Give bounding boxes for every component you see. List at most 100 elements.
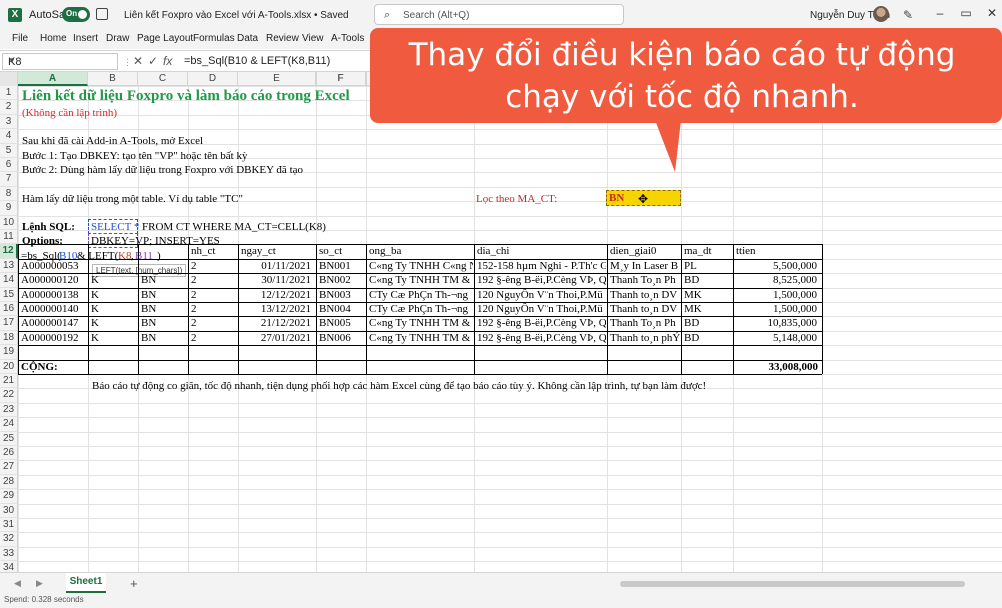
table-cell[interactable]: M¸y In Laser B: [608, 259, 680, 273]
table-cell[interactable]: K: [89, 331, 137, 345]
table-cell[interactable]: 2: [189, 302, 237, 316]
row-header-28[interactable]: 28: [0, 474, 18, 490]
insert-function-button[interactable]: fx: [163, 54, 172, 68]
table-cell[interactable]: BD: [682, 316, 732, 330]
tab-a-tools[interactable]: A-Tools: [331, 33, 364, 44]
row-header-33[interactable]: 33: [0, 546, 18, 562]
sql-label[interactable]: Lệnh SQL:: [20, 220, 75, 234]
table-header-cell[interactable]: dien_giai0: [608, 244, 680, 258]
tab-file[interactable]: File: [12, 33, 28, 44]
table-cell[interactable]: BN: [139, 316, 187, 330]
table-cell[interactable]: 192 §-êng B-ëi,P.Cèng VÞ, Q.: [475, 273, 606, 287]
row-header-17[interactable]: 17: [0, 316, 18, 331]
total-label[interactable]: CỘNG:: [19, 360, 87, 374]
column-header-e[interactable]: E: [238, 72, 316, 86]
row-header-26[interactable]: 26: [0, 446, 18, 461]
select-all-corner[interactable]: [0, 72, 18, 86]
row-header-6[interactable]: 6: [0, 158, 18, 173]
row-header-11[interactable]: 11: [0, 230, 18, 245]
instruction-line-5[interactable]: Bước 1: Tạo DBKEY: tạo tên "VP" hoặc tên…: [20, 149, 247, 163]
table-cell[interactable]: BN: [139, 331, 187, 345]
close-button[interactable]: ✕: [982, 6, 1002, 20]
table-cell[interactable]: Thanh To¸n Ph: [608, 273, 680, 287]
cancel-formula-button[interactable]: ✕: [133, 54, 143, 68]
table-cell[interactable]: C«ng Ty TNHH TM &: [367, 316, 473, 330]
table-cell[interactable]: BD: [682, 331, 732, 345]
options-label[interactable]: Options:: [20, 234, 63, 248]
table-cell[interactable]: 2: [189, 331, 237, 345]
table-cell[interactable]: A000000053: [19, 259, 87, 273]
table-cell[interactable]: A000000192: [19, 331, 87, 345]
sheet-title[interactable]: Liên kết dữ liệu Foxpro và làm báo cáo t…: [20, 87, 350, 105]
row-header-34[interactable]: 34: [0, 561, 18, 572]
row-header-29[interactable]: 29: [0, 489, 18, 504]
table-cell[interactable]: K: [89, 288, 137, 302]
table-cell[interactable]: BN006: [317, 331, 365, 345]
table-cell[interactable]: Thanh to¸n DV: [608, 288, 680, 302]
row-header-15[interactable]: 15: [0, 287, 18, 302]
row-header-19[interactable]: 19: [0, 345, 18, 360]
tab-draw[interactable]: Draw: [106, 33, 129, 44]
table-cell[interactable]: 12/12/2021: [239, 288, 315, 302]
table-cell[interactable]: 120 NguyÔn V¨n Thoi,P.Mü: [475, 302, 606, 316]
table-cell[interactable]: 2: [189, 316, 237, 330]
table-cell[interactable]: C«ng Ty TNHH C«ng N: [367, 259, 473, 273]
table-header-cell[interactable]: dia_chi: [475, 244, 606, 258]
footer-note[interactable]: Báo cáo tự động co giãn, tốc độ nhanh, t…: [90, 379, 706, 393]
tab-data[interactable]: Data: [237, 33, 258, 44]
table-cell[interactable]: 13/12/2021: [239, 302, 315, 316]
table-cell[interactable]: 27/01/2021: [239, 331, 315, 345]
column-header-b[interactable]: B: [88, 72, 138, 86]
row-header-25[interactable]: 25: [0, 431, 18, 446]
table-cell[interactable]: 152-158 hµm Nghi - P.Th'c G: [475, 259, 606, 273]
tab-review[interactable]: Review: [266, 33, 299, 44]
row-header-9[interactable]: 9: [0, 201, 18, 216]
table-header-cell[interactable]: ma_dt: [682, 244, 732, 258]
table-cell[interactable]: 21/12/2021: [239, 316, 315, 330]
table-cell[interactable]: A000000120: [19, 273, 87, 287]
table-cell[interactable]: C«ng Ty TNHH TM &: [367, 331, 473, 345]
table-cell[interactable]: A000000140: [19, 302, 87, 316]
table-cell[interactable]: 2: [189, 288, 237, 302]
table-cell[interactable]: K: [89, 316, 137, 330]
row-header-20[interactable]: 20: [0, 359, 18, 374]
table-cell[interactable]: K: [89, 273, 137, 287]
tab-sheet1[interactable]: Sheet1: [66, 573, 106, 593]
row-header-1[interactable]: 1: [0, 86, 18, 101]
filter-value[interactable]: BN: [607, 191, 624, 205]
row-header-18[interactable]: 18: [0, 330, 18, 346]
worksheet-grid[interactable]: A B C D E F F 1 2 3 4 5 6 7 8 9 10 11 12…: [0, 72, 1002, 572]
table-header-cell[interactable]: nh_ct: [189, 244, 237, 258]
add-sheet-button[interactable]: +: [130, 576, 138, 591]
table-cell[interactable]: C«ng Ty TNHH TM &: [367, 273, 473, 287]
table-cell[interactable]: Thanh to¸n DV: [608, 302, 680, 316]
table-cell[interactable]: BN005: [317, 316, 365, 330]
table-cell[interactable]: 2: [189, 259, 237, 273]
table-cell[interactable]: 5,148,000: [734, 331, 821, 345]
table-cell[interactable]: PL: [682, 259, 732, 273]
instruction-line-4[interactable]: Sau khi đã cài Add-in A-Tools, mở Excel: [20, 134, 203, 148]
table-header-cell[interactable]: so_ct: [317, 244, 365, 258]
row-header-32[interactable]: 32: [0, 532, 18, 547]
row-header-27[interactable]: 27: [0, 460, 18, 475]
table-header-cell[interactable]: ngay_ct: [239, 244, 315, 258]
table-cell[interactable]: Thanh To¸n Ph: [608, 316, 680, 330]
avatar[interactable]: [873, 6, 889, 22]
row-header-14[interactable]: 14: [0, 273, 18, 288]
tab-view[interactable]: View: [302, 33, 324, 44]
next-sheet-icon[interactable]: ▶: [36, 578, 43, 589]
pen-icon[interactable]: ✎: [903, 8, 913, 22]
table-cell[interactable]: 1,500,000: [734, 302, 821, 316]
filter-label[interactable]: Lọc theo MA_CT:: [474, 192, 557, 206]
horizontal-scrollbar[interactable]: [620, 581, 965, 587]
column-header-d[interactable]: D: [188, 72, 238, 86]
row-header-13[interactable]: 13: [0, 258, 18, 274]
tab-formulas[interactable]: Formulas: [193, 33, 235, 44]
sql-rest[interactable]: FROM CT WHERE MA_CT=CELL(K8): [140, 220, 326, 234]
table-cell[interactable]: 5,500,000: [734, 259, 821, 273]
table-cell[interactable]: 8,525,000: [734, 273, 821, 287]
sheet-subtitle[interactable]: (Không cần lập trình): [20, 106, 117, 120]
row-header-8[interactable]: 8: [0, 186, 18, 202]
tab-page-layout[interactable]: Page Layout: [137, 33, 193, 44]
table-cell[interactable]: 30/11/2021: [239, 273, 315, 287]
